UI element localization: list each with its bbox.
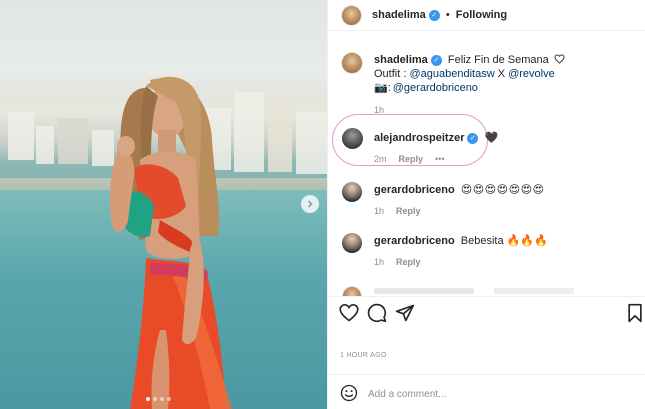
comment-text: Bebesita 🔥🔥🔥 [460,235,548,247]
heart-outline-icon [554,54,565,64]
carousel-dot [160,397,164,401]
comment-time: 2m [374,154,387,164]
mention-link[interactable]: @revolve [508,68,555,80]
comment-time: 1h [374,206,385,216]
caption-avatar[interactable] [341,52,363,74]
comment: gerardobriceno Bebesita 🔥🔥🔥 1h Reply [374,234,548,267]
post-side-panel: shadelima ✓ • Following shadelima ✓ Feliz … [327,0,645,409]
comment-avatar [342,286,362,296]
comment: alejandrospeitzer ✓ 🖤 2m Reply ••• [374,131,498,164]
verified-badge-icon: ✓ [430,54,442,66]
bookmark-icon[interactable] [626,303,644,323]
chevron-right-icon [308,200,313,208]
post-timestamp[interactable]: 1 HOUR AGO [340,352,387,359]
header-user: shadelima ✓ • Following [372,9,507,21]
post-photo[interactable] [0,0,327,409]
comment-time: 1h [374,257,385,267]
comment-input[interactable]: Add a comment... [368,389,446,400]
clipped-text [374,288,624,294]
verified-badge-icon: ✓ [467,132,479,144]
reply-button[interactable]: Reply [399,154,424,164]
comment-username[interactable]: gerardobriceno [374,184,455,196]
add-comment-bar: Add a comment... [328,374,645,409]
caption-username[interactable]: shadelima [374,54,428,66]
action-bar [328,296,645,330]
woman-figure [110,76,232,409]
comment-username[interactable]: gerardobriceno [374,235,455,247]
author-username[interactable]: shadelima [372,9,426,21]
carousel-dots [146,397,171,401]
comment-avatar[interactable] [342,182,362,202]
following-button[interactable]: Following [456,9,507,21]
caption: shadelima ✓ Feliz Fin de Semana Outfit : … [374,53,634,115]
comment-username[interactable]: alejandrospeitzer [374,132,464,144]
caption-outfit-label: Outfit : [374,68,410,80]
mention-link[interactable]: @aguabenditasw [409,68,494,80]
verified-badge-icon: ✓ [428,9,440,21]
share-icon[interactable] [395,303,415,323]
comment-avatar[interactable] [342,128,363,149]
comment-text: 🖤 [484,132,499,144]
caption-separator: X [494,68,509,80]
more-options-icon[interactable]: ••• [435,154,444,164]
post-header: shadelima ✓ • Following [328,0,645,31]
reply-button[interactable]: Reply [396,206,421,216]
comment-text: 😍😍😍😍😍😍😍 [460,184,545,196]
mention-link[interactable]: @gerardobriceno [393,82,478,94]
carousel-dot [153,397,157,401]
next-photo-button[interactable] [301,195,319,213]
dot-separator: • [445,9,450,21]
comment-avatar[interactable] [342,233,362,253]
carousel-dot [146,397,150,401]
clipped-comment [328,282,645,296]
heart-icon[interactable] [339,303,359,323]
comment-icon[interactable] [367,303,387,323]
camera-emoji: 📷: [374,82,391,94]
carousel-dot [167,397,171,401]
caption-text: Feliz Fin de Semana [447,54,549,66]
emoji-icon[interactable] [340,384,358,402]
comment: gerardobriceno 😍😍😍😍😍😍😍 1h Reply [374,183,545,216]
avatar[interactable] [341,5,362,26]
reply-button[interactable]: Reply [396,257,421,267]
